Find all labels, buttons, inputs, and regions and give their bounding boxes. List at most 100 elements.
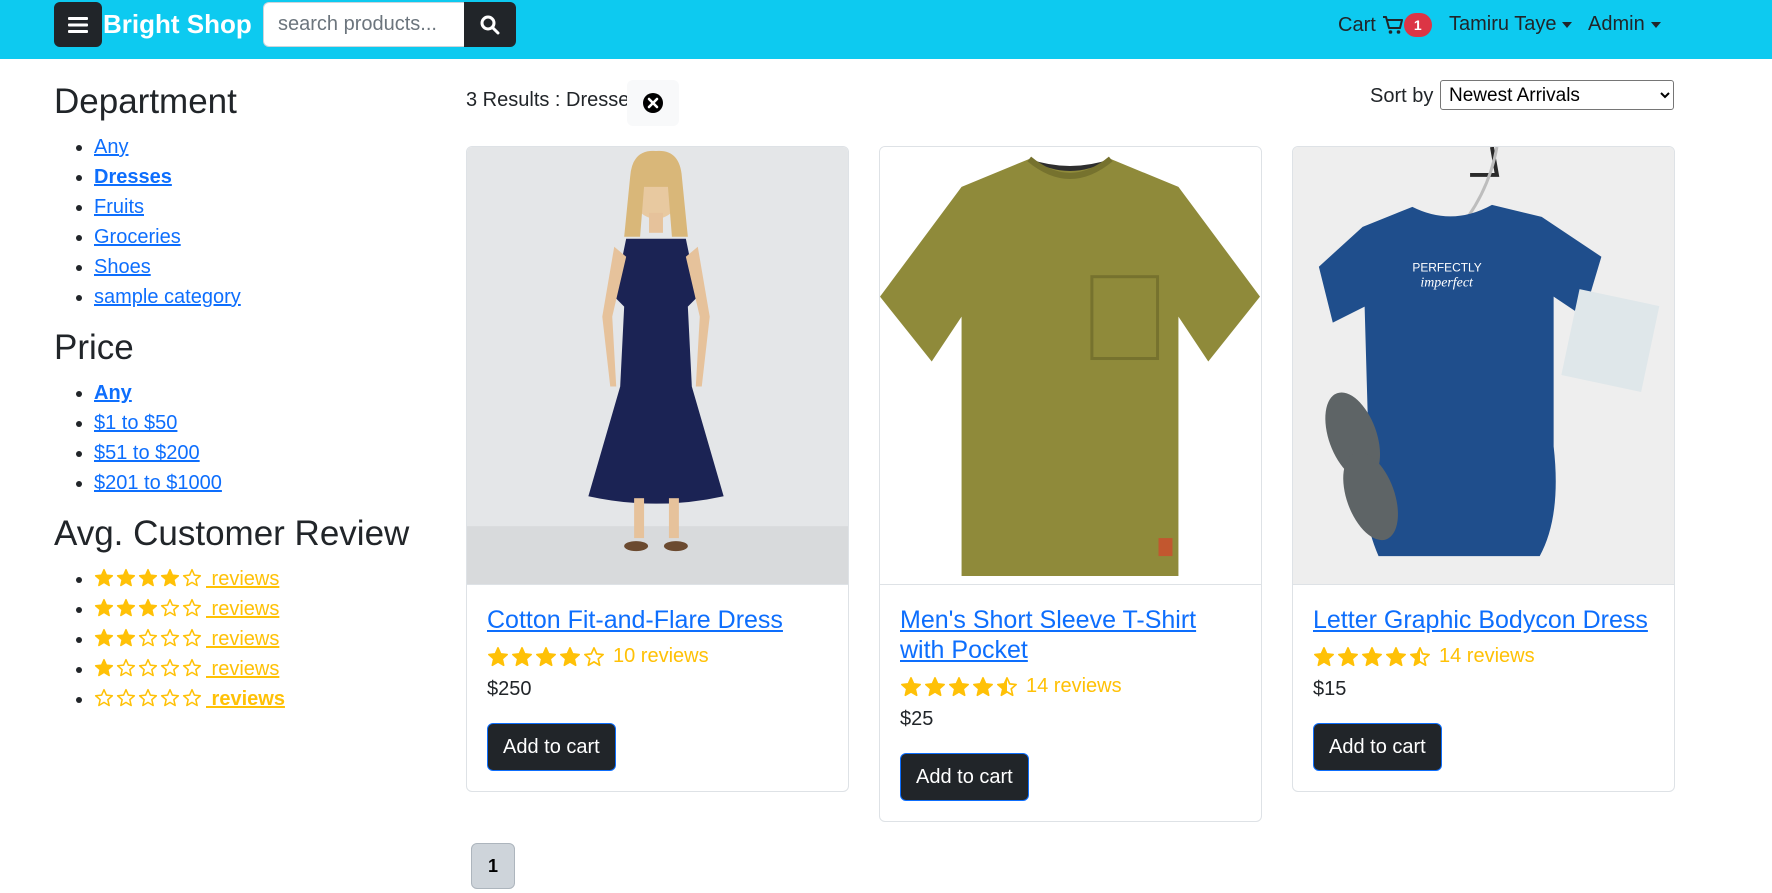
clear-filter-button[interactable] — [627, 80, 679, 126]
add-to-cart-button[interactable]: Add to cart — [900, 753, 1029, 801]
star-filled-icon — [116, 628, 136, 647]
star-rating — [1313, 646, 1433, 668]
department-heading: Department — [54, 82, 237, 121]
blue-bodycon-dress-image[interactable]: PERFECTLY imperfect — [1293, 147, 1674, 585]
list-item: reviews — [94, 684, 444, 714]
star-empty-icon — [182, 688, 202, 707]
department-list: Any Dresses Fruits Groceries Shoes sample cat… — [54, 132, 444, 312]
add-to-cart-button[interactable]: Add to cart — [487, 723, 616, 771]
star-empty-icon — [160, 658, 180, 677]
star-filled-icon — [536, 646, 556, 666]
star-filled-icon — [94, 628, 114, 647]
star-empty-icon — [182, 568, 202, 587]
star-filled-icon — [116, 598, 136, 617]
price-filter-link[interactable]: $1 to $50 — [94, 412, 177, 434]
star-filled-icon — [1386, 646, 1406, 666]
product-price: $25 — [900, 708, 934, 730]
list-item: reviews — [94, 594, 444, 624]
price-filter-link[interactable]: $51 to $200 — [94, 442, 200, 464]
department-filter-link[interactable]: sample category — [94, 286, 241, 308]
rating-filter-link[interactable]: reviews — [94, 568, 279, 590]
department-filter-link[interactable]: Any — [94, 136, 128, 158]
star-rating — [94, 628, 204, 648]
star-filled-icon — [488, 646, 508, 666]
list-item: reviews — [94, 564, 444, 594]
list-item: Any — [94, 132, 444, 162]
list-item: Shoes — [94, 252, 444, 282]
product-card: Cotton Fit-and-Flare Dress 10 reviews $2… — [466, 146, 849, 792]
olive-tshirt-image[interactable] — [880, 147, 1261, 585]
review-list: reviews reviews reviews reviews reviews — [54, 564, 444, 714]
star-empty-icon — [160, 598, 180, 617]
star-filled-icon — [512, 646, 532, 666]
department-filter-link[interactable]: Groceries — [94, 226, 181, 248]
cart-link[interactable]: Cart 1 — [1338, 13, 1432, 37]
sort-select[interactable]: Newest Arrivals — [1440, 80, 1674, 110]
department-filter-link[interactable]: Shoes — [94, 256, 151, 278]
cart-icon — [1382, 16, 1403, 34]
list-item: reviews — [94, 654, 444, 684]
rating-filter-link[interactable]: reviews — [94, 598, 279, 620]
caret-down-icon — [1562, 21, 1573, 28]
list-item: Dresses — [94, 162, 444, 192]
product-card: PERFECTLY imperfect Letter Graphic Bodyc… — [1292, 146, 1675, 792]
star-empty-icon — [138, 658, 158, 677]
list-item: Groceries — [94, 222, 444, 252]
product-title-link[interactable]: Letter Graphic Bodycon Dress — [1313, 605, 1654, 635]
price-filter-link[interactable]: Any — [94, 382, 132, 404]
rating-filter-link[interactable]: reviews — [94, 628, 279, 650]
brand-link[interactable]: Bright Shop — [103, 9, 252, 40]
menu-button[interactable] — [54, 2, 102, 47]
add-to-cart-button[interactable]: Add to cart — [1313, 723, 1442, 771]
card-body: Letter Graphic Bodycon Dress 14 reviews … — [1293, 585, 1674, 791]
star-empty-icon — [182, 628, 202, 647]
rating-filter-label: reviews — [206, 598, 280, 620]
pagination-page-1[interactable]: 1 — [471, 843, 515, 889]
rating-filter-label: reviews — [206, 688, 285, 710]
rating-filter-label: reviews — [206, 658, 280, 680]
search-input[interactable] — [263, 2, 465, 47]
cart-label: Cart — [1338, 13, 1376, 36]
star-empty-icon — [116, 658, 136, 677]
list-item: reviews — [94, 624, 444, 654]
star-empty-icon — [584, 646, 604, 666]
product-card: Men's Short Sleeve T-Shirt with Pocket 1… — [879, 146, 1262, 822]
review-count: 14 reviews — [1026, 675, 1122, 697]
search-button[interactable] — [464, 2, 516, 47]
list-item: Any — [94, 378, 444, 408]
product-rating: 14 reviews — [1313, 645, 1654, 668]
department-filter-link[interactable]: Dresses — [94, 166, 172, 188]
price-heading: Price — [54, 328, 134, 367]
star-filled-icon — [138, 568, 158, 587]
star-filled-icon — [949, 676, 969, 696]
star-empty-icon — [160, 688, 180, 707]
product-title-link[interactable]: Men's Short Sleeve T-Shirt with Pocket — [900, 605, 1241, 665]
rating-filter-label: reviews — [206, 568, 280, 590]
star-empty-icon — [94, 688, 114, 707]
list-item: sample category — [94, 282, 444, 312]
star-filled-icon — [1338, 646, 1358, 666]
admin-menu-dropdown[interactable]: Admin — [1588, 13, 1661, 36]
star-half-icon — [997, 676, 1017, 696]
star-empty-icon — [116, 688, 136, 707]
star-filled-icon — [94, 568, 114, 587]
price-list: Any $1 to $50 $51 to $200 $201 to $1000 — [54, 378, 444, 498]
product-title-link[interactable]: Cotton Fit-and-Flare Dress — [487, 605, 828, 635]
star-rating — [94, 688, 204, 708]
star-rating — [94, 658, 204, 678]
product-rating: 14 reviews — [900, 675, 1241, 698]
navy-dress-image[interactable] — [467, 147, 848, 585]
rating-filter-link[interactable]: reviews — [94, 688, 285, 710]
star-filled-icon — [160, 568, 180, 587]
department-filter-link[interactable]: Fruits — [94, 196, 144, 218]
star-empty-icon — [138, 628, 158, 647]
rating-filter-label: reviews — [206, 628, 280, 650]
star-filled-icon — [116, 568, 136, 587]
rating-filter-link[interactable]: reviews — [94, 658, 279, 680]
star-filled-icon — [94, 658, 114, 677]
user-menu-dropdown[interactable]: Tamiru Taye — [1449, 13, 1573, 36]
close-circle-icon — [643, 93, 663, 113]
product-price: $15 — [1313, 678, 1347, 700]
star-empty-icon — [138, 688, 158, 707]
price-filter-link[interactable]: $201 to $1000 — [94, 472, 222, 494]
